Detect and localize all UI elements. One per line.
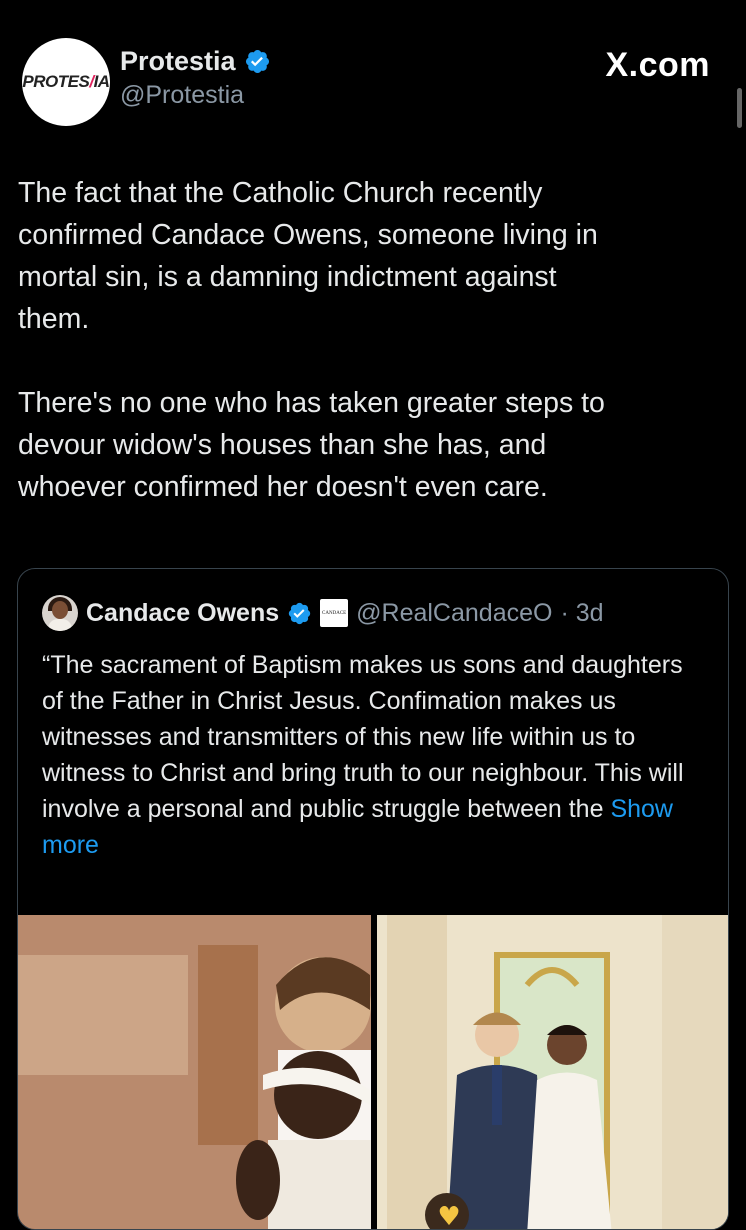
scrollbar[interactable] bbox=[737, 88, 742, 128]
quoted-author-avatar[interactable] bbox=[42, 595, 78, 631]
quoted-tweet[interactable]: Candace Owens CANDACE @RealCandaceO · 3d… bbox=[17, 568, 729, 1230]
author-info: Protestia @Protestia bbox=[120, 46, 271, 110]
affiliate-badge: CANDACE bbox=[320, 599, 349, 627]
quoted-timestamp[interactable]: · 3d bbox=[560, 599, 603, 628]
author-display-name[interactable]: Protestia bbox=[120, 46, 236, 77]
verified-badge-icon bbox=[245, 49, 269, 74]
protestia-logo: PROTES/IA bbox=[22, 72, 110, 91]
quoted-tweet-text: “The sacrament of Baptism makes us sons … bbox=[42, 651, 684, 823]
media-photo-2[interactable]: ♥ bbox=[377, 915, 728, 1230]
photo-2-illustration: ♥ bbox=[377, 915, 728, 1230]
quoted-tweet-header: Candace Owens CANDACE @RealCandaceO · 3d bbox=[42, 595, 604, 631]
photo-1-illustration bbox=[18, 915, 371, 1229]
quoted-author-handle[interactable]: @RealCandaceO bbox=[356, 599, 552, 628]
quoted-author-display-name[interactable]: Candace Owens bbox=[86, 599, 279, 628]
media-photo-1[interactable] bbox=[18, 915, 371, 1229]
x-logo: X.com bbox=[605, 46, 710, 84]
author-avatar[interactable]: PROTES/IA bbox=[22, 38, 110, 126]
tweet-body: The fact that the Catholic Church recent… bbox=[18, 177, 605, 503]
quoted-tweet-body: “The sacrament of Baptism makes us sons … bbox=[42, 647, 692, 863]
svg-text:♥: ♥ bbox=[437, 1202, 460, 1230]
author-handle[interactable]: @Protestia bbox=[120, 81, 271, 110]
tweet-header: PROTES/IA Protestia @Protestia X.com bbox=[22, 38, 726, 128]
verified-badge-icon bbox=[288, 602, 311, 624]
